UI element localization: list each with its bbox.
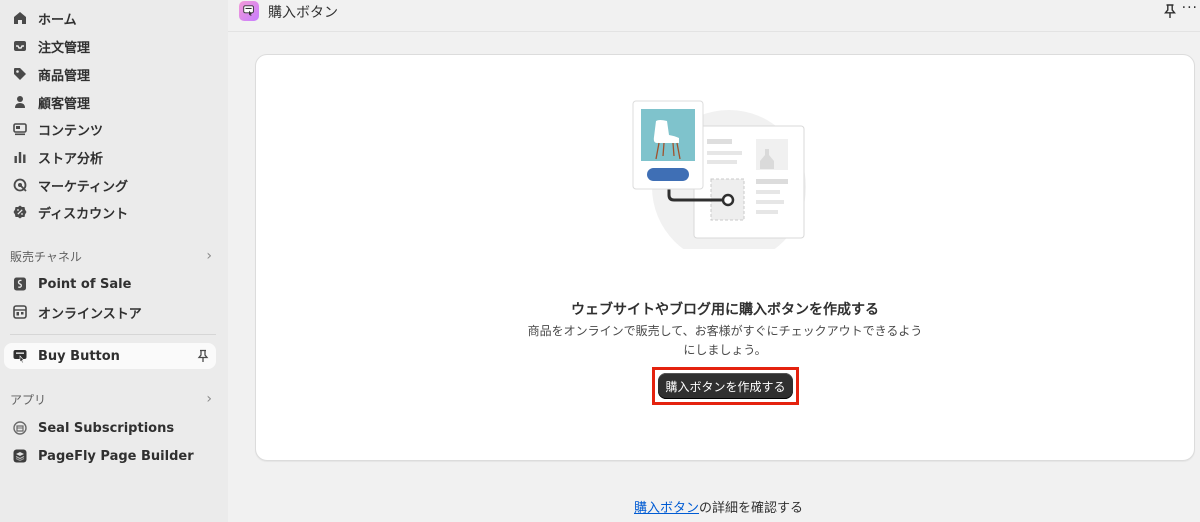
sidebar-item-label: オンラインストア [38, 306, 142, 322]
bar-chart-icon [12, 149, 28, 165]
sidebar-item-label: ホーム [38, 12, 77, 28]
page-header: 購入ボタン ··· [228, 0, 1200, 32]
sidebar-item-discounts[interactable]: ディスカウント [4, 199, 216, 225]
inbox-icon [12, 38, 28, 54]
sidebar-item-content[interactable]: コンテンツ [4, 116, 216, 142]
sidebar-item-label: マーケティング [38, 179, 128, 195]
home-icon [12, 10, 28, 26]
learn-more-text: 購入ボタンの詳細を確認する [634, 497, 803, 516]
buy-button-illustration [632, 100, 806, 249]
sidebar-item-seal-subscriptions[interactable]: Seal Subscriptions [4, 415, 216, 441]
target-icon [12, 177, 28, 193]
seal-icon [12, 420, 28, 436]
sales-channels-header[interactable]: 販売チャネル › [10, 246, 216, 266]
sidebar-item-orders[interactable]: 注文管理 [4, 33, 216, 59]
sidebar-item-label: Buy Button [38, 348, 120, 364]
sidebar-item-label: PageFly Page Builder [38, 448, 194, 464]
section-title: 販売チャネル [10, 249, 82, 264]
create-buy-button[interactable]: 購入ボタンを作成する [658, 373, 793, 399]
apps-header[interactable]: アプリ › [10, 389, 216, 409]
learn-more-suffix: の詳細を確認する [699, 501, 804, 516]
sidebar-item-label: コンテンツ [38, 123, 104, 139]
store-icon [12, 304, 28, 320]
buy-button-help-link[interactable]: 購入ボタン [634, 501, 699, 516]
sidebar-item-label: ディスカウント [38, 206, 129, 222]
sidebar-item-buy-button[interactable]: Buy Button [4, 343, 216, 369]
sidebar: ホーム 注文管理 商品管理 顧客管理 コンテンツ ストア分析 マーケティング デ… [0, 0, 228, 522]
buy-button-app-icon [239, 1, 259, 21]
pagefly-icon [12, 448, 28, 464]
sidebar-item-label: 注文管理 [38, 40, 91, 56]
sidebar-item-label: 商品管理 [38, 68, 91, 84]
sidebar-item-analytics[interactable]: ストア分析 [4, 144, 216, 170]
tag-icon [12, 66, 28, 82]
empty-state-card: ウェブサイトやブログ用に購入ボタンを作成する 商品をオンラインで販売して、お客様… [255, 54, 1195, 461]
chevron-right-icon: › [206, 391, 212, 407]
more-actions-button[interactable]: ··· [1182, 0, 1198, 16]
content-icon [12, 121, 28, 137]
person-icon [12, 94, 28, 110]
sidebar-item-label: Point of Sale [38, 276, 132, 292]
sidebar-item-label: ストア分析 [38, 151, 104, 167]
empty-state-description: 商品をオンラインで販売して、お客様がすぐにチェックアウトできるようにしましょう。 [527, 324, 923, 357]
pin-icon[interactable] [1162, 3, 1178, 19]
sidebar-item-home[interactable]: ホーム [4, 5, 216, 31]
empty-state-heading: ウェブサイトやブログ用に購入ボタンを作成する [571, 302, 879, 318]
sidebar-item-label: Seal Subscriptions [38, 420, 175, 436]
sidebar-item-customers[interactable]: 顧客管理 [4, 89, 216, 115]
sidebar-item-pagefly[interactable]: PageFly Page Builder [4, 443, 216, 469]
pos-icon [12, 276, 28, 292]
sidebar-item-online-store[interactable]: オンラインストア [4, 299, 216, 325]
sidebar-item-point-of-sale[interactable]: Point of Sale [4, 271, 216, 297]
sidebar-item-marketing[interactable]: マーケティング [4, 172, 216, 198]
chevron-right-icon: › [206, 248, 212, 264]
page-title: 購入ボタン [268, 5, 338, 21]
pin-icon[interactable] [196, 349, 210, 363]
buy-button-icon [12, 348, 28, 364]
sidebar-item-products[interactable]: 商品管理 [4, 61, 216, 87]
section-title: アプリ [10, 392, 47, 407]
sidebar-divider [10, 334, 216, 335]
sidebar-item-label: 顧客管理 [38, 96, 91, 112]
discount-icon [12, 204, 28, 220]
